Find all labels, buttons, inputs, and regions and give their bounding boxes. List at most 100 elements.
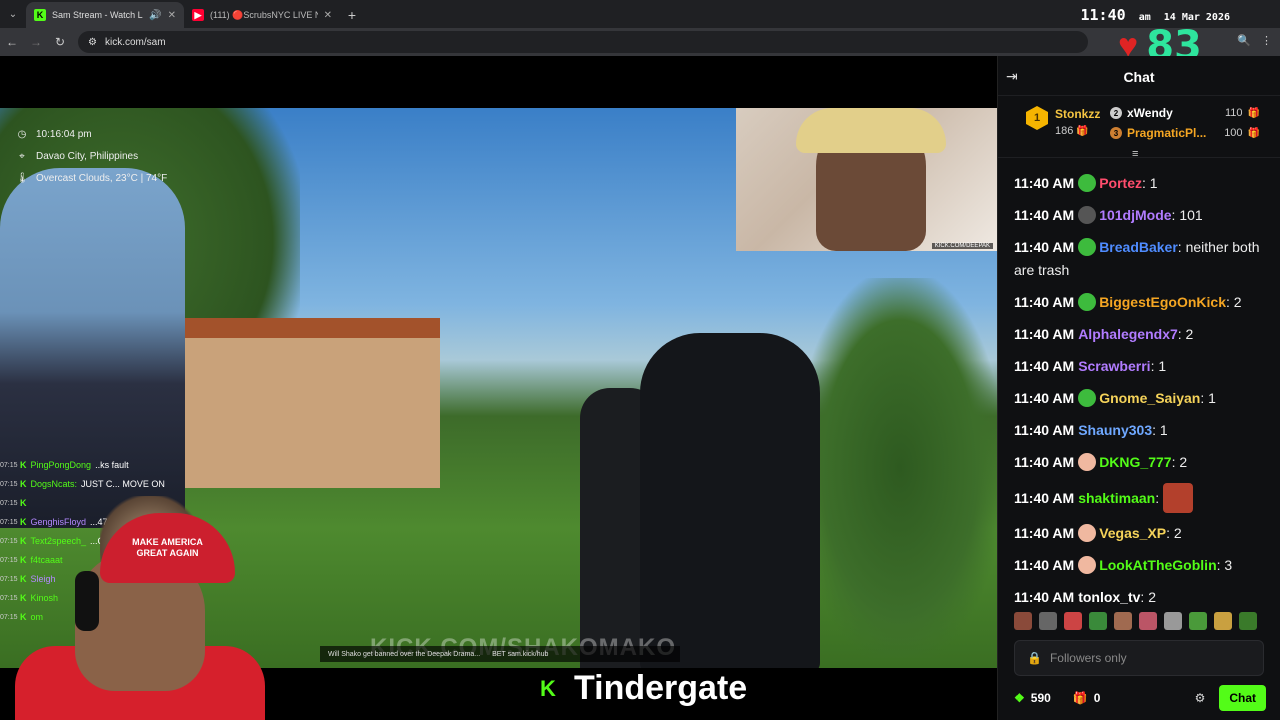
expand-leaderboard-icon[interactable]: ≡ bbox=[1132, 148, 1138, 160]
message-text: : 1 bbox=[1200, 390, 1216, 406]
message-username[interactable]: LookAtTheGoblin bbox=[1099, 557, 1216, 573]
message-username[interactable]: tonlox_tv bbox=[1078, 589, 1140, 605]
emote-icon[interactable] bbox=[1089, 612, 1107, 630]
message-text: : 1 bbox=[1152, 422, 1168, 438]
emote-icon[interactable] bbox=[1064, 612, 1082, 630]
leader-2[interactable]: 2 xWendy 110 🎁 bbox=[1110, 106, 1260, 120]
emote-strip bbox=[1014, 612, 1257, 630]
message-time: 11:40 AM bbox=[1014, 239, 1075, 255]
emote-icon[interactable] bbox=[1039, 612, 1057, 630]
kick-favicon-icon: K bbox=[34, 9, 46, 21]
chat-input-placeholder: Followers only bbox=[1049, 651, 1127, 665]
back-icon[interactable]: ← bbox=[0, 35, 24, 49]
channel-points[interactable]: ❖ 590 bbox=[1014, 691, 1051, 705]
message-username[interactable]: BiggestEgoOnKick bbox=[1099, 294, 1226, 310]
message-time: 11:40 AM bbox=[1014, 390, 1075, 406]
send-chat-button[interactable]: Chat bbox=[1219, 685, 1266, 711]
message-time: 11:40 AM bbox=[1014, 422, 1075, 438]
gift-count-value: 0 bbox=[1093, 691, 1101, 705]
message-username[interactable]: 101djMode bbox=[1099, 207, 1171, 223]
emote-icon[interactable] bbox=[1189, 612, 1207, 630]
message-text: : 1 bbox=[1141, 175, 1158, 191]
leader-1-name[interactable]: Stonkzz bbox=[1055, 107, 1100, 121]
overlay-time: 07:15 bbox=[0, 519, 18, 526]
message-text: : 3 bbox=[1216, 557, 1233, 573]
clock-icon: ◷ bbox=[17, 129, 27, 140]
extension-icons: 🔍 ⋮ bbox=[1237, 34, 1272, 47]
irl-location: Davao City, Philippines bbox=[36, 151, 139, 162]
gift-icon: 🎁 bbox=[1247, 127, 1260, 139]
message-username[interactable]: Alphalegendx7 bbox=[1078, 326, 1178, 342]
forward-icon[interactable]: → bbox=[24, 35, 48, 49]
user-badge-icon bbox=[1078, 206, 1097, 224]
menu-dots-icon[interactable]: ⋮ bbox=[1261, 34, 1272, 47]
irl-weather: Overcast Clouds, 23°C | 74°F bbox=[36, 173, 168, 184]
message-username[interactable]: Scrawberri bbox=[1078, 358, 1150, 374]
zoom-icon[interactable]: 🔍 bbox=[1237, 34, 1251, 47]
message-username[interactable]: Portez bbox=[1099, 175, 1142, 191]
message-time: 11:40 AM bbox=[1014, 525, 1075, 541]
emote-icon[interactable] bbox=[1164, 612, 1182, 630]
message-text: : 101 bbox=[1171, 207, 1203, 223]
points-value: 590 bbox=[1030, 691, 1051, 705]
chat-message: 11:40 AM Gnome_Saiyan: 1 bbox=[1014, 387, 1274, 410]
tab-sam-stream[interactable]: K Sam Stream - Watch Live o 🔊 ✕ bbox=[26, 2, 184, 28]
chat-message: 11:40 AM Portez: 1 bbox=[1014, 172, 1274, 195]
chat-input[interactable]: 🔒 Followers only bbox=[1014, 640, 1264, 676]
message-text: : bbox=[1155, 490, 1160, 506]
streamer-hat: MAKE AMERICA GREAT AGAIN bbox=[100, 513, 235, 583]
speaker-icon[interactable]: 🔊 bbox=[149, 10, 161, 21]
rank-2-badge: 2 bbox=[1110, 107, 1122, 119]
tab-search-icon[interactable]: ⌄ bbox=[0, 0, 26, 28]
guard-figure bbox=[640, 333, 820, 673]
gift-counter[interactable]: 🎁 0 bbox=[1073, 691, 1101, 705]
lock-icon: 🔒 bbox=[1027, 651, 1042, 665]
points-icon: ❖ bbox=[1014, 691, 1025, 705]
chat-title: Chat bbox=[1123, 69, 1155, 85]
emote-icon[interactable] bbox=[1114, 612, 1132, 630]
stream-video[interactable]: ◷ 10:16:04 pm ⌖ Davao City, Philippines 🌡 O… bbox=[0, 56, 997, 720]
emote-icon bbox=[1163, 483, 1194, 513]
message-time: 11:40 AM bbox=[1014, 490, 1075, 506]
message-time: 11:40 AM bbox=[1014, 358, 1075, 374]
clock-date: 14 Mar 2026 bbox=[1163, 12, 1230, 23]
emote-icon[interactable] bbox=[1014, 612, 1032, 630]
message-text: : 2 bbox=[1140, 589, 1156, 605]
gift-icon: 🎁 bbox=[1076, 126, 1089, 137]
chat-settings-gear-icon[interactable]: ⚙ bbox=[1195, 691, 1206, 705]
user-badge-icon bbox=[1078, 453, 1097, 471]
leader-1-value: 186 🎁 bbox=[1055, 125, 1089, 137]
emote-icon[interactable] bbox=[1139, 612, 1157, 630]
message-text: : 2 bbox=[1177, 326, 1194, 342]
close-tab-icon[interactable]: ✕ bbox=[168, 10, 176, 21]
emote-icon[interactable] bbox=[1239, 612, 1257, 630]
message-username[interactable]: DKNG_777 bbox=[1099, 454, 1171, 470]
site-info-icon[interactable]: ⚙ bbox=[88, 37, 97, 48]
url-field[interactable]: ⚙ kick.com/sam bbox=[78, 31, 1088, 53]
streamer-webcam: MAKE AMERICA GREAT AGAIN bbox=[15, 451, 265, 720]
message-username[interactable]: Gnome_Saiyan bbox=[1099, 390, 1200, 406]
message-username[interactable]: Vegas_XP bbox=[1099, 525, 1166, 541]
message-username[interactable]: Shauny303 bbox=[1078, 422, 1152, 438]
webcam-inset: KICK.COM/DEEPAK bbox=[736, 108, 997, 251]
message-time: 11:40 AM bbox=[1014, 294, 1075, 310]
message-username[interactable]: shaktimaan bbox=[1078, 490, 1155, 506]
leader-3[interactable]: 3 PragmaticPl... 100 🎁 bbox=[1110, 126, 1260, 140]
tab-scrubsnyc[interactable]: ▶ (111) 🔴ScrubsNYC LIVE New ✕ bbox=[184, 2, 340, 28]
kick-logo-icon: K bbox=[540, 675, 556, 701]
leader-3-value: 100 bbox=[1224, 127, 1243, 139]
chat-message: 11:40 AM BreadBaker: neither both are tra… bbox=[1014, 236, 1274, 282]
chat-message: 11:40 AM BiggestEgoOnKick: 2 bbox=[1014, 291, 1274, 314]
emote-icon[interactable] bbox=[1214, 612, 1232, 630]
message-username[interactable]: BreadBaker bbox=[1099, 239, 1178, 255]
overlay-time: 07:15 bbox=[0, 462, 18, 469]
reload-icon[interactable]: ↻ bbox=[48, 35, 72, 49]
overlay-time: 07:15 bbox=[0, 557, 18, 564]
chat-panel: ⇥ Chat 1 Stonkzz 186 🎁 2 xWendy 110 🎁 3 … bbox=[997, 56, 1280, 720]
leader-1-count: 186 bbox=[1055, 125, 1074, 137]
close-tab-icon[interactable]: ✕ bbox=[324, 10, 332, 21]
new-tab-button[interactable]: + bbox=[340, 2, 364, 28]
rank-1-badge: 1 bbox=[1026, 106, 1048, 130]
chat-header: ⇥ Chat bbox=[998, 56, 1280, 96]
user-badge-icon bbox=[1078, 556, 1097, 574]
